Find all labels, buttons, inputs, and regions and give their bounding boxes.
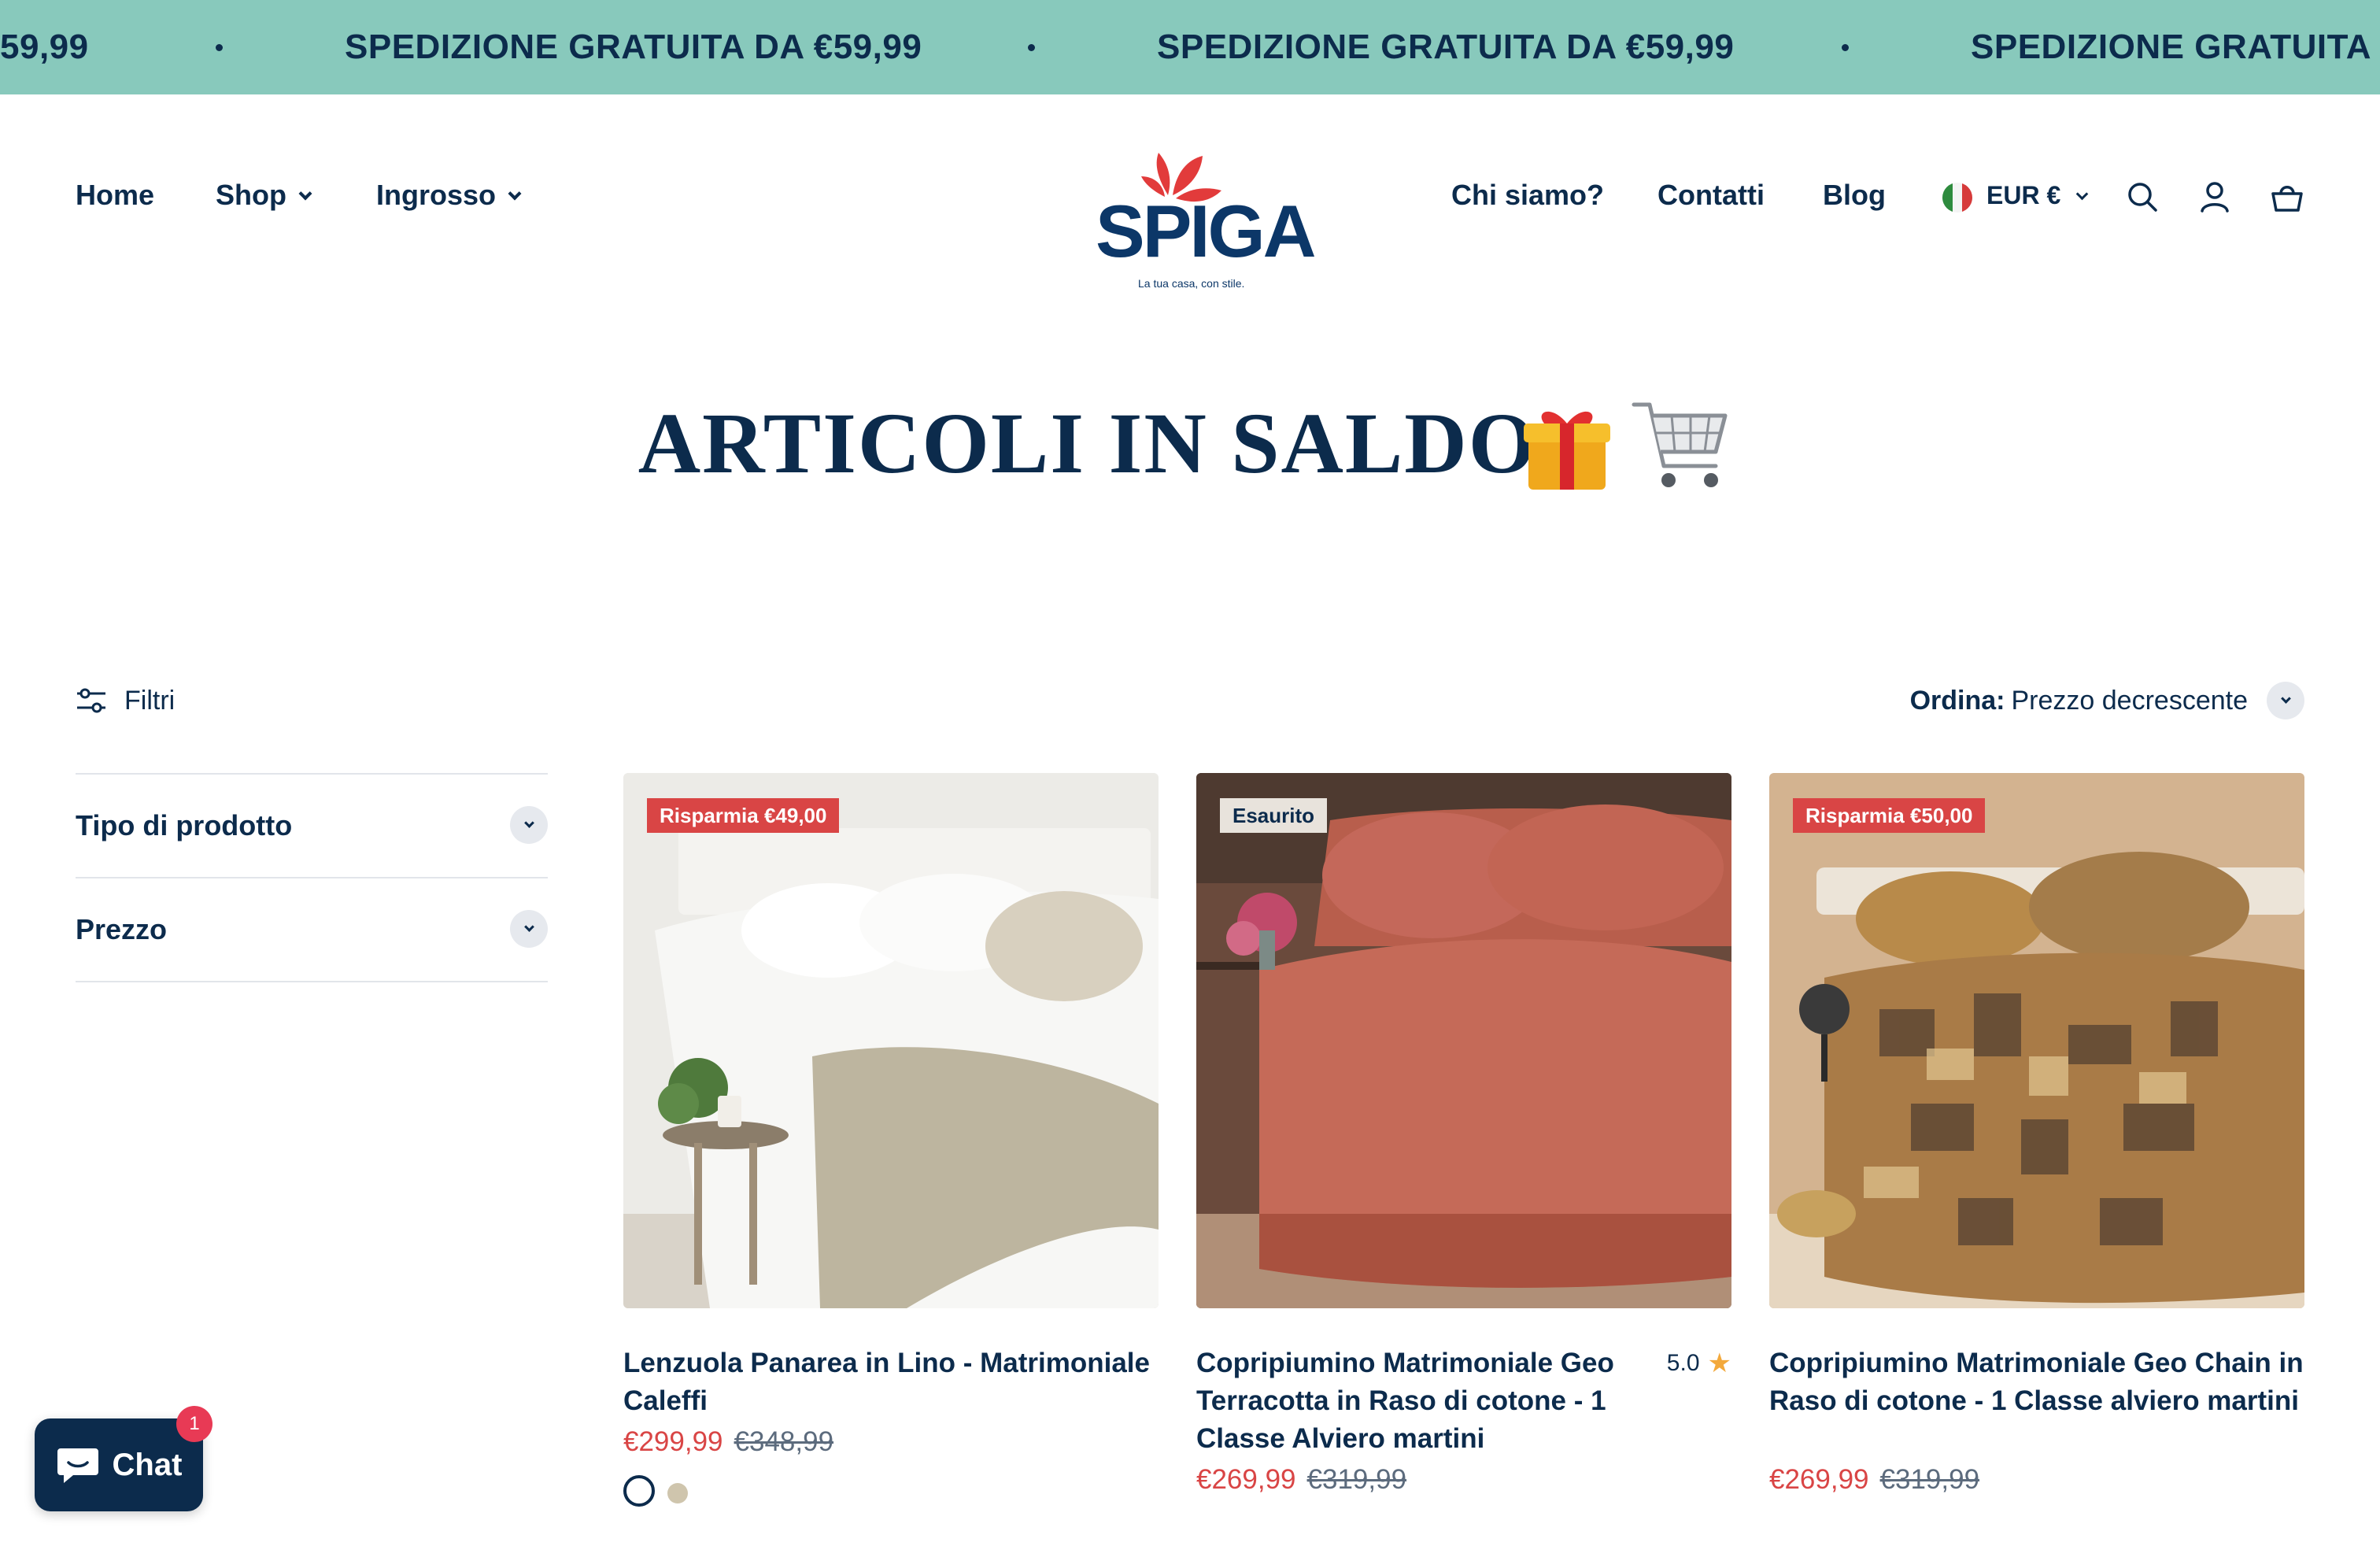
product-image-terracotta-duvet (1196, 773, 1731, 1308)
sort-select[interactable]: Ordina: Prezzo decrescente (1910, 680, 2304, 721)
facet-label: Prezzo (76, 913, 168, 945)
product-price: €269,99 €319,99 (1769, 1464, 1979, 1496)
product-image[interactable]: Risparmia €49,00 (623, 773, 1159, 1308)
page-title: ARTICOLI IN SALDO (0, 394, 2380, 494)
chevron-down-icon (2075, 187, 2089, 201)
announcement-fragment-end: SPEDIZIONE GRATUITA DA (1971, 28, 2380, 66)
nav-contatti[interactable]: Contatti (1658, 178, 1765, 213)
filters-button[interactable]: Filtri (76, 683, 175, 718)
announcement-separator (1028, 44, 1035, 51)
currency-label: EUR € (1986, 181, 2061, 209)
logo-wordmark: SPIGA (1096, 190, 1317, 272)
announcement-bar: 59,99 SPEDIZIONE GRATUITA DA €59,99 SPED… (0, 0, 2380, 94)
star-icon: ★ (1707, 1348, 1731, 1378)
nav-ingrosso[interactable]: Ingrosso (376, 178, 522, 213)
logo[interactable]: SPIGA La tua casa, con stile. (1086, 126, 1317, 290)
chevron-down-icon (298, 187, 312, 201)
announcement-text: SPEDIZIONE GRATUITA DA €59,99 (1157, 28, 1735, 66)
page-title-text: ARTICOLI IN SALDO (638, 395, 1538, 491)
chevron-down-icon (2267, 682, 2304, 719)
nav-chi-siamo[interactable]: Chi siamo? (1451, 178, 1604, 213)
sort-label: Ordina: (1909, 685, 2005, 716)
compare-at-price: €319,99 (1879, 1464, 1980, 1495)
nav-shop[interactable]: Shop (216, 178, 312, 213)
compare-at-price: €348,99 (734, 1426, 834, 1457)
italy-flag-icon (1942, 183, 1972, 213)
sale-price: €269,99 (1769, 1464, 1869, 1495)
nav-blog[interactable]: Blog (1823, 178, 1886, 213)
product-image-linen-sheets (623, 773, 1159, 1308)
product-card[interactable]: Risparmia €50,00 Copripiumino Matrimonia… (1769, 773, 2304, 1495)
product-title[interactable]: Lenzuola Panarea in Lino - Matrimoniale … (623, 1344, 1159, 1420)
chat-bubble-icon (57, 1448, 98, 1483)
announcement-fragment-start: 59,99 (0, 28, 89, 66)
color-swatch-beige[interactable] (667, 1483, 688, 1503)
cart-icon[interactable] (2270, 179, 2304, 214)
chevron-down-icon (510, 806, 548, 844)
gift-icon (1524, 411, 1610, 490)
announcement-track: 59,99 SPEDIZIONE GRATUITA DA €59,99 SPED… (0, 0, 2380, 94)
sale-price: €269,99 (1196, 1464, 1296, 1495)
product-title[interactable]: Copripiumino Matrimoniale Geo Chain in R… (1769, 1344, 2304, 1420)
product-title[interactable]: Copripiumino Matrimoniale Geo Terracotta… (1196, 1344, 1637, 1458)
sold-out-badge: Esaurito (1220, 798, 1328, 833)
product-image[interactable]: Risparmia €50,00 (1769, 773, 2304, 1308)
product-rating: 5.0 ★ (1667, 1348, 1731, 1379)
product-price: €299,99 €348,99 (623, 1426, 833, 1458)
facet-label: Tipo di prodotto (76, 809, 293, 841)
product-image-geo-chain-duvet (1769, 773, 2304, 1308)
logo-tagline: La tua casa, con stile. (1138, 277, 1245, 290)
product-price: €269,99 €319,99 (1196, 1464, 1406, 1496)
chevron-down-icon (508, 187, 522, 201)
chat-notification-badge: 1 (176, 1406, 213, 1442)
announcement-text: SPEDIZIONE GRATUITA DA €59,99 (345, 28, 922, 66)
product-card[interactable]: Risparmia €49,00 Lenzuola Panarea in Lin… (623, 773, 1159, 1507)
nav-home[interactable]: Home (76, 178, 154, 213)
divider (76, 981, 548, 982)
rating-value: 5.0 (1666, 1350, 1700, 1376)
chat-label: Chat (112, 1447, 183, 1482)
facet-price[interactable]: Prezzo (76, 877, 548, 981)
compare-at-price: €319,99 (1306, 1464, 1407, 1495)
search-icon[interactable] (2125, 179, 2160, 214)
currency-selector[interactable]: EUR € (1986, 178, 2089, 213)
nav-shop-label: Shop (216, 179, 286, 211)
announcement-separator (216, 44, 223, 51)
discount-badge: Risparmia €49,00 (647, 798, 840, 833)
announcement-separator (1842, 44, 1849, 51)
color-swatch-white[interactable] (623, 1475, 655, 1507)
sort-value: Prezzo decrescente (2011, 685, 2249, 716)
product-card[interactable]: Esaurito Copripiumino Matrimoniale Geo T… (1196, 773, 1731, 1495)
product-image[interactable]: Esaurito (1196, 773, 1731, 1308)
shopping-cart-icon (1632, 402, 1728, 487)
site-header: Home Shop Ingrosso SPIGA La tua casa, co… (0, 94, 2380, 299)
facet-product-type[interactable]: Tipo di prodotto (76, 773, 548, 877)
filter-sliders-icon (77, 688, 105, 713)
nav-ingrosso-label: Ingrosso (376, 179, 497, 211)
discount-badge: Risparmia €50,00 (1793, 798, 1986, 833)
sale-price: €299,99 (623, 1426, 723, 1457)
filters-label: Filtri (124, 685, 176, 716)
account-icon[interactable] (2197, 179, 2232, 214)
chevron-down-icon (510, 910, 548, 948)
